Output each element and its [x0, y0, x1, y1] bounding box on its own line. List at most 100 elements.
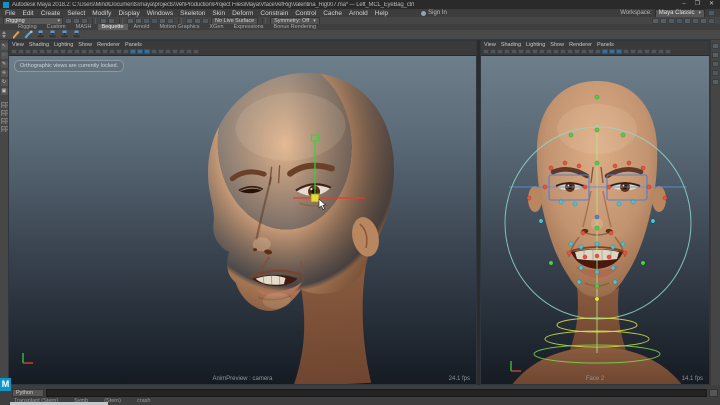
viewport-front[interactable]: ViewShadingLightingShowRendererPanels Fa… [480, 40, 710, 385]
select-camera-icon[interactable] [11, 49, 17, 54]
rig-stamp-2-icon[interactable] [48, 30, 57, 39]
camera-attributes-icon[interactable] [497, 49, 503, 54]
snap-grid-icon[interactable] [127, 18, 134, 24]
film-gate-icon[interactable] [539, 49, 545, 54]
panel-menu-panels[interactable]: Panels [125, 42, 142, 48]
panel-menu-show[interactable]: Show [78, 42, 92, 48]
anti-aliasing-icon[interactable] [172, 49, 178, 54]
panel-menu-lighting[interactable]: Lighting [526, 42, 545, 48]
workspace-settings-icon[interactable] [708, 10, 715, 16]
move-tool[interactable]: ✛ [1, 70, 8, 77]
frame-selection-icon[interactable] [588, 49, 594, 54]
motion-blur-icon[interactable] [165, 49, 171, 54]
script-editor-button[interactable] [709, 389, 718, 397]
pencil-script-icon[interactable] [12, 30, 21, 39]
panel-menu-show[interactable]: Show [550, 42, 564, 48]
lock-camera-icon[interactable] [18, 49, 24, 54]
2d-pan-zoom-icon[interactable] [518, 49, 524, 54]
rig-stamp-1-icon[interactable] [36, 30, 45, 39]
select-camera-icon[interactable] [483, 49, 489, 54]
panel-menu-renderer[interactable]: Renderer [569, 42, 592, 48]
grease-pencil-icon[interactable] [525, 49, 531, 54]
persp-outliner-layout[interactable] [1, 118, 8, 124]
make-live-icon[interactable] [167, 18, 174, 24]
resolution-gate-icon[interactable] [546, 49, 552, 54]
menu-constrain[interactable]: Constrain [260, 10, 288, 17]
command-input[interactable] [46, 389, 707, 397]
isolate-select-icon[interactable] [658, 49, 664, 54]
viewport-canvas-front[interactable] [481, 41, 710, 385]
shaded-icon[interactable] [130, 49, 136, 54]
frame-all-icon[interactable] [581, 49, 587, 54]
camera-attributes-icon[interactable] [25, 49, 31, 54]
anim-layers-icon[interactable] [684, 18, 691, 24]
help-line-toggle-icon[interactable] [708, 18, 715, 24]
menu-skin[interactable]: Skin [212, 10, 225, 17]
depth-of-field-icon[interactable] [179, 49, 185, 54]
menu-modify[interactable]: Modify [92, 10, 111, 17]
modeling-toolkit-icon[interactable] [712, 43, 719, 49]
menu-display[interactable]: Display [118, 10, 139, 17]
redo-icon[interactable] [108, 18, 115, 24]
scale-tool[interactable]: ▣ [1, 88, 8, 95]
gate-mask-icon[interactable] [81, 49, 87, 54]
2d-pan-zoom-icon[interactable] [46, 49, 52, 54]
shaded-icon[interactable] [602, 49, 608, 54]
x-ray-icon[interactable] [665, 49, 671, 54]
ambient-occlusion-icon[interactable] [158, 49, 164, 54]
grease-pencil-icon[interactable] [53, 49, 59, 54]
wireframe-icon[interactable] [595, 49, 601, 54]
panel-menu-lighting[interactable]: Lighting [54, 42, 73, 48]
grease-pencil-icon[interactable] [692, 18, 699, 24]
display-layers-icon[interactable] [676, 18, 683, 24]
lock-camera-icon[interactable] [490, 49, 496, 54]
viewport-canvas-persp[interactable] [9, 41, 477, 385]
frame-selection-icon[interactable] [116, 49, 122, 54]
x-ray-icon[interactable] [193, 49, 199, 54]
lasso-tool[interactable]: ◌ [1, 52, 8, 59]
tool-settings-icon[interactable] [712, 70, 719, 76]
rig-stamp-4-icon[interactable] [72, 30, 81, 39]
menu-edit[interactable]: Edit [22, 10, 33, 17]
snap-point-icon[interactable] [143, 18, 150, 24]
panel-menu-panels[interactable]: Panels [597, 42, 614, 48]
new-scene-icon[interactable] [65, 18, 72, 24]
panel-menu-shading[interactable]: Shading [501, 42, 521, 48]
menu-windows[interactable]: Windows [147, 10, 173, 17]
viewport-persp[interactable]: ViewShadingLightingShowRendererPanels Or… [8, 40, 477, 385]
single-pane-layout[interactable] [1, 102, 8, 108]
shelf-switch-arrows-icon[interactable] [2, 31, 8, 39]
paint-brush-icon[interactable] [24, 30, 33, 39]
screen-capture-icon[interactable] [700, 18, 707, 24]
snap-view-plane-icon[interactable] [159, 18, 166, 24]
panel-menu-view[interactable]: View [12, 42, 24, 48]
textured-icon[interactable] [137, 49, 143, 54]
render-view-icon[interactable] [652, 18, 659, 24]
construction-history-icon[interactable] [202, 18, 209, 24]
render-settings-icon[interactable] [668, 18, 675, 24]
snap-curve-icon[interactable] [135, 18, 142, 24]
menu-skeleton[interactable]: Skeleton [180, 10, 205, 17]
safe-action-icon[interactable] [95, 49, 101, 54]
persp-graph-layout[interactable] [1, 126, 8, 132]
rotate-tool[interactable]: ↻ [1, 79, 8, 86]
menu-deform[interactable]: Deform [232, 10, 253, 17]
anti-aliasing-icon[interactable] [644, 49, 650, 54]
head-model-persp[interactable] [203, 68, 405, 385]
ambient-occlusion-icon[interactable] [630, 49, 636, 54]
safe-title-icon[interactable] [574, 49, 580, 54]
four-pane-layout[interactable] [1, 110, 8, 116]
bookmark-icon[interactable] [32, 49, 38, 54]
attribute-editor-icon[interactable] [712, 61, 719, 67]
output-connections-icon[interactable] [194, 18, 201, 24]
rig-stamp-3-icon[interactable] [60, 30, 69, 39]
paint-select-tool[interactable]: ✎ [1, 61, 8, 68]
humanik-icon[interactable] [712, 52, 719, 58]
grid-icon[interactable] [532, 49, 538, 54]
shadows-icon[interactable] [151, 49, 157, 54]
isolate-select-icon[interactable] [186, 49, 192, 54]
use-all-lights-icon[interactable] [616, 49, 622, 54]
field-chart-icon[interactable] [88, 49, 94, 54]
gate-mask-icon[interactable] [553, 49, 559, 54]
wireframe-icon[interactable] [123, 49, 129, 54]
